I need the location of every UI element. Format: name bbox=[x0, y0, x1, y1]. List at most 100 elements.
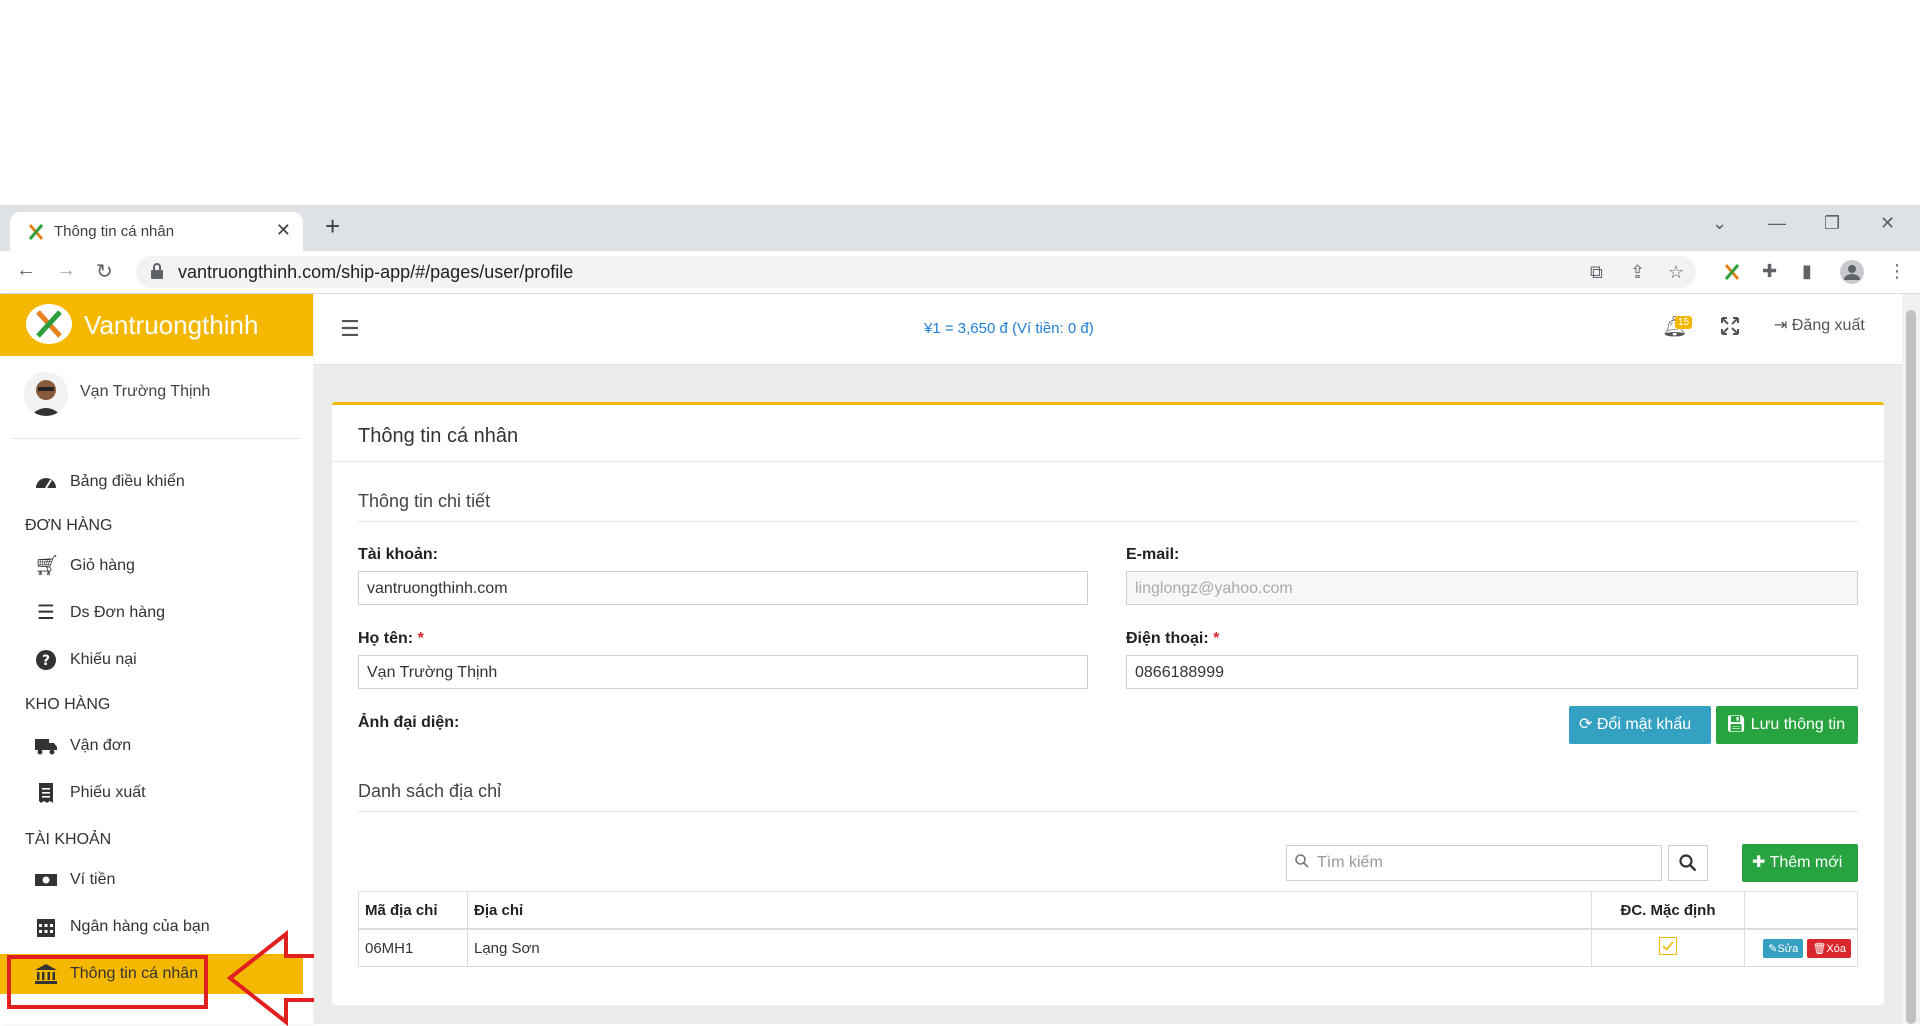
address-bar[interactable]: vantruongthinh.com/ship-app/#/pages/user… bbox=[136, 256, 1696, 288]
cart-icon: 🛒︎ bbox=[34, 555, 60, 577]
translate-icon[interactable]: ⧉ bbox=[1590, 262, 1603, 283]
sidebar-item-order-list[interactable]: ☰ Ds Đơn hàng bbox=[0, 593, 313, 633]
main-content: ☰ ¥1 = 3,650 đ (Ví tiền: 0 đ) 🔔︎ 15 ⇥ Đă… bbox=[314, 294, 1902, 1024]
logout-icon: ⇥ bbox=[1774, 317, 1792, 334]
fullscreen-icon[interactable] bbox=[1720, 316, 1740, 336]
col-actions bbox=[1744, 891, 1858, 930]
profile-avatar-icon[interactable] bbox=[1840, 260, 1864, 284]
cell-actions: ✎Sửa 🗑︎Xóa bbox=[1744, 928, 1858, 967]
save-icon: 💾︎ bbox=[1726, 716, 1751, 733]
edit-label: Sửa bbox=[1777, 942, 1799, 955]
col-default: ĐC. Mặc định bbox=[1591, 891, 1745, 930]
search-button[interactable] bbox=[1668, 845, 1708, 881]
new-tab-icon[interactable]: + bbox=[325, 213, 340, 239]
phone-field[interactable]: 0866188999 bbox=[1126, 655, 1858, 689]
email-field[interactable]: linglongz@yahoo.com bbox=[1126, 571, 1858, 605]
side-panel-icon[interactable]: ▮ bbox=[1802, 261, 1812, 282]
extension-site-icon[interactable] bbox=[1722, 262, 1742, 282]
forward-icon[interactable]: → bbox=[56, 259, 76, 282]
default-checkbox[interactable] bbox=[1659, 937, 1677, 955]
list-icon: ☰ bbox=[37, 602, 55, 624]
delete-address-button[interactable]: 🗑︎Xóa bbox=[1807, 938, 1851, 958]
account-field[interactable]: vantruongthinh.com bbox=[358, 571, 1088, 605]
tab-search-icon[interactable]: ⌄ bbox=[1712, 213, 1727, 234]
section-account: TÀI KHOẢN bbox=[25, 831, 112, 848]
brand-header[interactable]: Vantruongthinh bbox=[0, 294, 313, 356]
sidebar-item-complaints[interactable]: ? Khiếu nại bbox=[0, 640, 313, 680]
cell-default bbox=[1591, 928, 1745, 967]
section-warehouse: KHO HÀNG bbox=[25, 696, 111, 713]
reload-icon[interactable]: ↻ bbox=[96, 259, 113, 284]
col-address: Địa chỉ bbox=[467, 891, 1592, 930]
sidebar-item-label: Ví tiền bbox=[70, 871, 116, 888]
sidebar-item-export-slip[interactable]: Phiếu xuất bbox=[0, 773, 313, 813]
edit-address-button[interactable]: ✎Sửa bbox=[1763, 938, 1804, 958]
address-search-input[interactable]: Tìm kiếm bbox=[1286, 845, 1662, 881]
profile-panel: Thông tin cá nhân Thông tin chi tiết Tài… bbox=[332, 402, 1884, 1005]
bookmark-star-icon[interactable]: ☆ bbox=[1668, 262, 1684, 283]
sidebar-item-label: Giỏ hàng bbox=[70, 557, 135, 574]
save-info-button[interactable]: 💾︎ Lưu thông tin bbox=[1716, 706, 1858, 744]
scrollbar-thumb[interactable] bbox=[1906, 310, 1916, 1024]
add-address-button[interactable]: ✚ Thêm mới bbox=[1742, 844, 1858, 882]
delete-label: Xóa bbox=[1826, 942, 1846, 955]
sidebar-item-wallet[interactable]: Ví tiền bbox=[0, 860, 313, 900]
receipt-icon bbox=[39, 783, 53, 803]
back-icon[interactable]: ← bbox=[16, 259, 36, 282]
browser-menu-icon[interactable]: ⋮ bbox=[1888, 261, 1906, 282]
panel-header: Thông tin cá nhân bbox=[332, 405, 1884, 462]
fullname-label: Họ tên: * bbox=[358, 630, 424, 648]
truck-icon bbox=[35, 739, 57, 755]
url-text: vantruongthinh.com/ship-app/#/pages/user… bbox=[178, 262, 574, 282]
brand-logo-icon bbox=[26, 304, 72, 344]
brand-name: Vantruongthinh bbox=[84, 310, 259, 340]
browser-toolbar: ← → ↻ vantruongthinh.com/ship-app/#/page… bbox=[0, 251, 1920, 294]
avatar-label: Ảnh đại diện: bbox=[358, 714, 460, 731]
sidebar-item-label: Bảng điều khiển bbox=[70, 473, 185, 490]
plus-icon: ✚ bbox=[1752, 854, 1770, 871]
share-icon[interactable]: ⇪ bbox=[1630, 262, 1645, 283]
section-divider bbox=[358, 521, 1858, 522]
sidebar-item-label: Khiếu nại bbox=[70, 651, 137, 668]
logout-label: Đăng xuất bbox=[1791, 317, 1865, 334]
sidebar-item-cart[interactable]: 🛒︎ Giỏ hàng bbox=[0, 546, 313, 586]
fullname-field[interactable]: Vạn Trường Thịnh bbox=[358, 655, 1088, 689]
section-orders: ĐƠN HÀNG bbox=[25, 517, 113, 534]
trash-icon: 🗑︎ bbox=[1812, 942, 1827, 955]
calendar-icon bbox=[37, 919, 55, 937]
check-icon bbox=[1662, 941, 1674, 951]
close-tab-icon[interactable]: ✕ bbox=[276, 220, 291, 241]
sidebar-item-waybill[interactable]: Vận đơn bbox=[0, 726, 313, 766]
phone-label: Điện thoại: * bbox=[1126, 630, 1219, 648]
search-placeholder: Tìm kiếm bbox=[1317, 854, 1383, 871]
address-section-title: Danh sách địa chỉ bbox=[358, 781, 502, 801]
page-scrollbar[interactable] bbox=[1902, 294, 1920, 1024]
lock-icon bbox=[151, 263, 163, 279]
notification-badge: 15 bbox=[1675, 316, 1693, 329]
extensions-puzzle-icon[interactable]: ✚ bbox=[1762, 261, 1777, 282]
tab-title: Thông tin cá nhân bbox=[54, 223, 175, 240]
user-avatar bbox=[24, 372, 68, 416]
sidebar-item-label: Ngân hàng của bạn bbox=[70, 918, 210, 935]
search-icon bbox=[1679, 854, 1697, 872]
minimize-icon[interactable]: — bbox=[1768, 213, 1786, 234]
restore-icon[interactable]: ❐ bbox=[1824, 213, 1840, 234]
fullname-label-text: Họ tên: bbox=[358, 630, 414, 647]
panel-title: Thông tin cá nhân bbox=[358, 425, 519, 447]
exchange-rate: ¥1 = 3,650 đ (Ví tiền: 0 đ) bbox=[924, 320, 1094, 337]
detail-section-title: Thông tin chi tiết bbox=[358, 491, 491, 511]
sidebar-item-dashboard[interactable]: Bảng điều khiển bbox=[0, 462, 313, 502]
email-label: E-mail: bbox=[1126, 546, 1180, 563]
logout-button[interactable]: ⇥ Đăng xuất bbox=[1774, 315, 1865, 335]
required-mark: * bbox=[1213, 630, 1220, 647]
search-icon bbox=[1295, 854, 1309, 868]
money-icon bbox=[35, 874, 57, 886]
user-panel: Vạn Trường Thịnh bbox=[0, 356, 313, 432]
close-window-icon[interactable]: ✕ bbox=[1880, 213, 1895, 234]
top-navbar: ☰ ¥1 = 3,650 đ (Ví tiền: 0 đ) 🔔︎ 15 ⇥ Đă… bbox=[314, 294, 1902, 365]
table-row: 06MH1 Lạng Sơn ✎Sửa 🗑︎Xóa bbox=[358, 928, 1858, 967]
sidebar-item-label: Vận đơn bbox=[70, 737, 132, 754]
menu-toggle-icon[interactable]: ☰ bbox=[340, 316, 360, 342]
browser-tab[interactable]: Thông tin cá nhân ✕ bbox=[10, 212, 303, 251]
change-password-button[interactable]: ⟳ Đổi mật khẩu bbox=[1569, 706, 1711, 744]
